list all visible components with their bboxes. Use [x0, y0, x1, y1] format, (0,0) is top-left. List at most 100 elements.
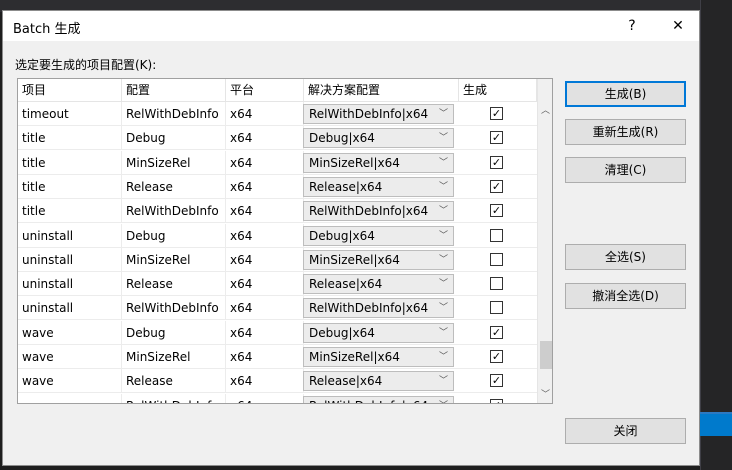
- solution-config-dropdown[interactable]: Release|x64 ﹀: [303, 274, 454, 295]
- solution-config-value: RelWithDebInfo|x64: [309, 301, 429, 316]
- cell-project: uninstall: [18, 272, 122, 297]
- build-checkbox[interactable]: ✓: [490, 179, 503, 193]
- solution-config-dropdown[interactable]: Release|x64 ﹀: [303, 371, 454, 392]
- chevron-down-icon: ﹀: [438, 279, 448, 290]
- solution-config-dropdown[interactable]: Release|x64 ﹀: [303, 176, 454, 197]
- check-icon: ✓: [492, 399, 501, 403]
- solution-config-dropdown[interactable]: Debug|x64 ﹀: [303, 225, 454, 246]
- table-row[interactable]: title MinSizeRel x64 MinSizeRel|x64 ﹀ ✓: [18, 150, 537, 175]
- cell-platform: x64: [226, 223, 304, 248]
- chevron-down-icon: ﹀: [438, 181, 448, 192]
- cell-config: Release: [122, 272, 226, 297]
- cell-platform: x64: [226, 272, 304, 297]
- batch-build-dialog: Batch 生成 ? ✕ 选定要生成的项目配置(K): 项目 配置 平台 解决方…: [2, 10, 700, 466]
- cell-config: RelWithDebInfo: [122, 393, 226, 403]
- background-ide-right: [700, 0, 732, 470]
- solution-config-dropdown[interactable]: MinSizeRel|x64 ﹀: [303, 152, 454, 173]
- build-checkbox[interactable]: ✓: [490, 204, 503, 218]
- solution-config-value: Debug|x64: [309, 131, 375, 146]
- table-row[interactable]: uninstall MinSizeRel x64 MinSizeRel|x64 ﹀: [18, 247, 537, 272]
- solution-config-dropdown[interactable]: RelWithDebInfo|x64 ﹀: [303, 201, 454, 222]
- dialog-titlebar: Batch 生成 ? ✕: [3, 11, 699, 41]
- cell-platform: x64: [226, 126, 304, 151]
- table-row[interactable]: RelWithDebInfox64 RelWithDebInfo|x64 ﹀ ✓: [18, 393, 537, 403]
- solution-config-dropdown[interactable]: RelWithDebInfo|x64 ﹀: [303, 395, 454, 403]
- grid-scrollbar[interactable]: ︿ ﹀: [537, 79, 552, 403]
- check-icon: ✓: [491, 131, 502, 145]
- solution-config-dropdown[interactable]: RelWithDebInfo|x64 ﹀: [303, 298, 454, 319]
- table-row[interactable]: uninstall Release x64 Release|x64 ﹀: [18, 272, 537, 297]
- build-checkbox[interactable]: ✓: [490, 398, 503, 403]
- chevron-down-icon: ﹀: [438, 254, 448, 265]
- build-checkbox[interactable]: [490, 252, 503, 266]
- chevron-down-icon: ﹀: [438, 206, 448, 217]
- cell-platform: x64: [226, 150, 304, 175]
- cell-config: MinSizeRel: [122, 150, 226, 175]
- cell-project: uninstall: [18, 296, 122, 321]
- table-row[interactable]: wave Debug x64 Debug|x64 ﹀ ✓: [18, 320, 537, 345]
- background-status-bar: [700, 414, 732, 436]
- solution-config-value: Release|x64: [309, 277, 383, 292]
- chevron-down-icon[interactable]: ﹀: [538, 387, 552, 403]
- table-row[interactable]: timeout RelWithDebInfo x64 RelWithDebInfo|x…: [18, 102, 537, 126]
- cell-config: MinSizeRel: [122, 345, 226, 369]
- table-row[interactable]: uninstall Debug x64 Debug|x64 ﹀: [18, 223, 537, 248]
- table-row[interactable]: title RelWithDebInfo x64 RelWithDebInfo|x64…: [18, 199, 537, 224]
- column-header-build[interactable]: 生成: [459, 79, 537, 101]
- column-header-project[interactable]: 项目: [18, 79, 122, 101]
- close-icon[interactable]: ✕: [667, 15, 689, 37]
- column-header-solution-config[interactable]: 解决方案配置: [304, 79, 459, 101]
- build-checkbox[interactable]: ✓: [490, 131, 503, 145]
- build-checkbox[interactable]: ✓: [490, 350, 503, 363]
- cell-config: RelWithDebInfo: [122, 296, 226, 321]
- close-button[interactable]: 关闭: [565, 418, 686, 444]
- cell-platform: x64: [226, 199, 304, 224]
- solution-config-dropdown[interactable]: Debug|x64 ﹀: [303, 322, 454, 343]
- deselect-all-button[interactable]: 撤消全选(D): [565, 283, 686, 309]
- table-row[interactable]: uninstall RelWithDebInfo x64 RelWithDebInfo…: [18, 296, 537, 321]
- build-checkbox[interactable]: ✓: [490, 325, 503, 339]
- column-header-config[interactable]: 配置: [122, 79, 226, 101]
- table-row[interactable]: wave Release x64 Release|x64 ﹀ ✓: [18, 369, 537, 394]
- chevron-down-icon: ﹀: [438, 109, 448, 119]
- cell-project: timeout: [18, 102, 122, 126]
- build-checkbox[interactable]: [490, 277, 503, 291]
- build-checkbox[interactable]: [490, 301, 503, 315]
- solution-config-dropdown[interactable]: RelWithDebInfo|x64 ﹀: [303, 104, 454, 124]
- solution-config-value: MinSizeRel|x64: [309, 350, 400, 364]
- select-all-button[interactable]: 全选(S): [565, 244, 686, 270]
- solution-config-dropdown[interactable]: MinSizeRel|x64 ﹀: [303, 347, 454, 367]
- dialog-title: Batch 生成: [13, 22, 81, 37]
- solution-config-value: MinSizeRel|x64: [309, 252, 400, 267]
- table-row[interactable]: title Debug x64 Debug|x64 ﹀ ✓: [18, 126, 537, 151]
- solution-config-dropdown[interactable]: Debug|x64 ﹀: [303, 128, 454, 149]
- project-config-grid[interactable]: 项目 配置 平台 解决方案配置 生成 timeout RelWithDebInfo…: [17, 78, 553, 404]
- build-checkbox[interactable]: ✓: [490, 155, 503, 169]
- build-checkbox[interactable]: ✓: [490, 374, 503, 388]
- chevron-up-icon[interactable]: ︿: [538, 103, 552, 119]
- cell-platform: x64: [226, 369, 304, 394]
- check-icon: ✓: [491, 179, 502, 193]
- column-header-platform[interactable]: 平台: [226, 79, 304, 101]
- cell-platform: x64: [226, 174, 304, 199]
- build-checkbox[interactable]: [490, 228, 503, 242]
- chevron-down-icon: ﹀: [438, 327, 448, 338]
- cell-platform: x64: [226, 102, 304, 126]
- grid-header: 项目 配置 平台 解决方案配置 生成: [18, 79, 537, 102]
- help-button[interactable]: ?: [621, 15, 643, 37]
- solution-config-value: Release|x64: [309, 374, 383, 389]
- build-button[interactable]: 生成(B): [565, 81, 686, 107]
- scrollbar-thumb[interactable]: [540, 341, 552, 369]
- solution-config-dropdown[interactable]: MinSizeRel|x64 ﹀: [303, 249, 454, 270]
- check-icon: ✓: [491, 350, 502, 363]
- build-checkbox[interactable]: ✓: [490, 107, 503, 120]
- cell-project: title: [18, 150, 122, 175]
- table-row[interactable]: wave MinSizeRel x64 MinSizeRel|x64 ﹀ ✓: [18, 345, 537, 369]
- chevron-down-icon: ﹀: [438, 303, 448, 314]
- cell-config: Debug: [122, 223, 226, 248]
- clean-button[interactable]: 清理(C): [565, 157, 686, 183]
- table-row[interactable]: title Release x64 Release|x64 ﹀ ✓: [18, 174, 537, 199]
- cell-project: wave: [18, 320, 122, 345]
- cell-project: title: [18, 174, 122, 199]
- rebuild-button[interactable]: 重新生成(R): [565, 119, 686, 145]
